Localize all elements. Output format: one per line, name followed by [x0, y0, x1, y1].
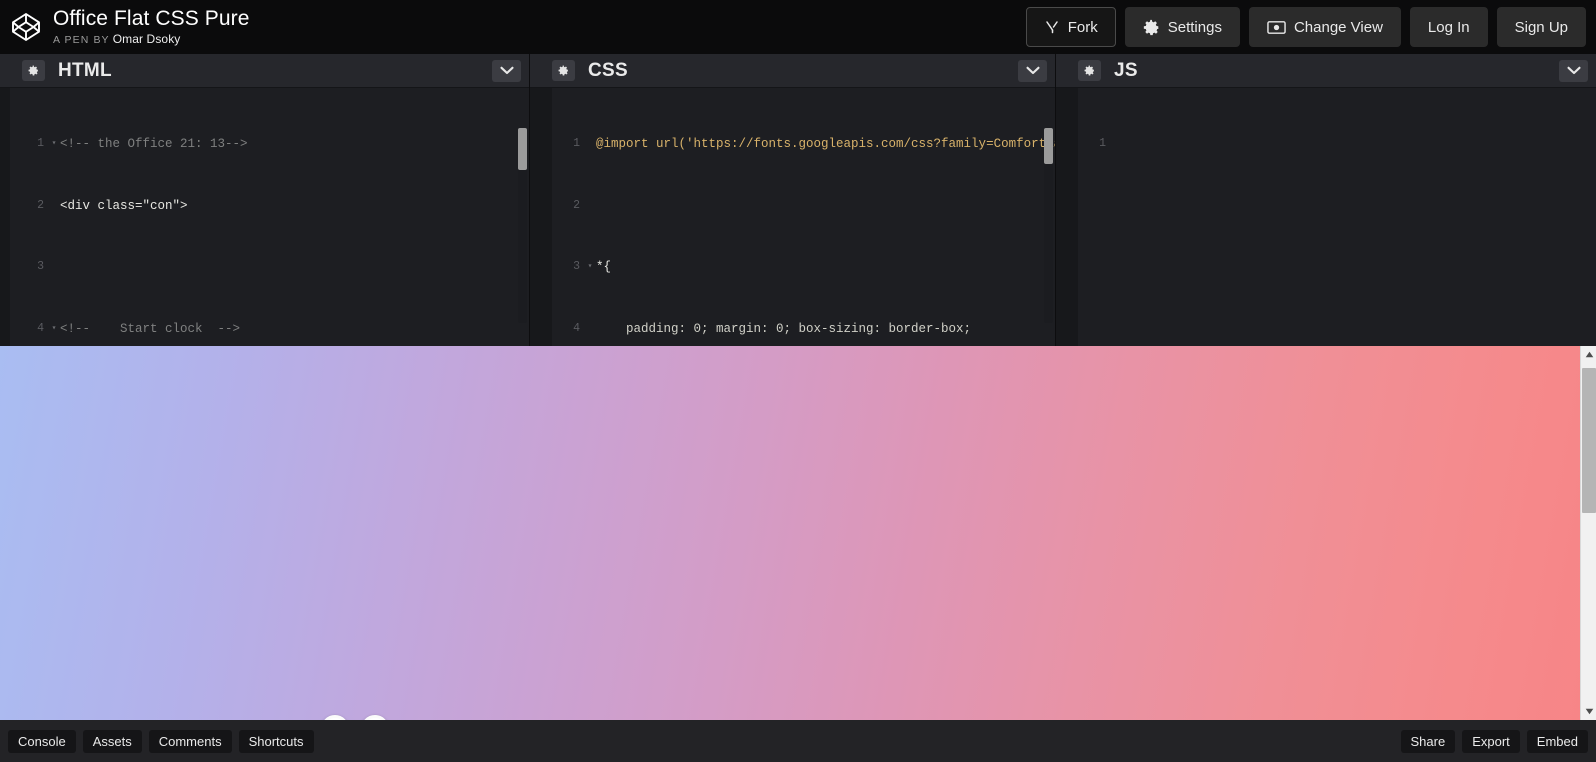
sign-up-label: Sign Up [1514, 18, 1568, 36]
change-view-button[interactable]: Change View [1248, 7, 1401, 47]
code-line: 1 ▾ <!-- the Office 21: 13--> [22, 134, 529, 155]
preview-pane: 微信号: web_qdkf [0, 346, 1596, 720]
embed-label: Embed [1536, 733, 1578, 749]
comments-label: Comments [158, 733, 222, 749]
preview-scrollbar-thumb[interactable] [1582, 368, 1596, 513]
codepen-logo-icon [9, 10, 43, 44]
pane-title-css: CSS [588, 59, 628, 81]
fork-button[interactable]: Fork [1025, 7, 1116, 47]
export-button[interactable]: Export [1462, 729, 1520, 753]
byline-prefix: A PEN BY [53, 34, 110, 46]
gutter-rail-html [0, 88, 10, 346]
app-header: Office Flat CSS Pure A PEN BY Omar Dsoky… [0, 0, 1596, 54]
line-number: 1 [573, 137, 580, 150]
byline: A PEN BY Omar Dsoky [53, 33, 250, 46]
embed-button[interactable]: Embed [1526, 729, 1588, 753]
js-settings-gear-icon[interactable] [1078, 60, 1101, 81]
line-text: <!-- Start clock --> [60, 321, 241, 336]
fold-marker[interactable]: ▾ [48, 134, 60, 155]
export-label: Export [1472, 733, 1510, 749]
pane-header-css: CSS [530, 54, 1055, 88]
console-button[interactable]: Console [8, 729, 76, 753]
change-view-label: Change View [1293, 18, 1383, 36]
code-line: 2 [558, 196, 1055, 217]
editor-panes: HTML 1 ▾ <!-- the Office 21: 13--> 2 <div c… [0, 54, 1596, 346]
code-area-js[interactable]: 1 [1056, 88, 1596, 346]
html-settings-gear-icon[interactable] [22, 60, 45, 81]
line-text: *{ [596, 260, 612, 274]
preview-scrollbar[interactable] [1580, 346, 1596, 720]
line-number: 2 [573, 198, 580, 212]
code-lines-css: 1 @import url('https://fonts.googleapis.c… [530, 93, 1055, 346]
code-line: 1 @import url('https://fonts.googleapis.c… [558, 134, 1055, 155]
author-name[interactable]: Omar Dsoky [113, 32, 181, 46]
code-line: 4 ▾ <!-- Start clock --> [22, 319, 529, 340]
css-editor-scrollbar[interactable] [1044, 128, 1053, 323]
sign-up-button[interactable]: Sign Up [1496, 7, 1586, 47]
header-actions: Fork Settings Change View Log In Sign Up [1025, 7, 1596, 47]
brand: Office Flat CSS Pure A PEN BY Omar Dsoky [0, 8, 250, 46]
footer-bar: Console Assets Comments Shortcuts Share … [0, 720, 1596, 762]
line-text: <div class="con"> [60, 198, 188, 213]
editor-pane-css: CSS 1 @import url('https://fonts.googleap… [530, 54, 1056, 346]
code-lines-html: 1 ▾ <!-- the Office 21: 13--> 2 <div class=… [0, 93, 529, 346]
code-area-html[interactable]: 1 ▾ <!-- the Office 21: 13--> 2 <div class=… [0, 88, 529, 346]
layout-icon [1267, 20, 1286, 35]
line-text: padding: 0; margin: 0; box-sizing: borde… [596, 321, 972, 336]
assets-button[interactable]: Assets [82, 729, 142, 753]
gutter-rail-css [530, 88, 552, 346]
line-number: 3 [37, 260, 44, 273]
comments-button[interactable]: Comments [148, 729, 232, 753]
code-area-css[interactable]: 1 @import url('https://fonts.googleapis.c… [530, 88, 1055, 346]
fork-label: Fork [1067, 18, 1098, 36]
scrollbar-thumb[interactable] [518, 128, 527, 170]
pane-title-html: HTML [58, 59, 112, 81]
shortcuts-label: Shortcuts [248, 733, 304, 749]
css-collapse-chevron-down-icon[interactable] [1018, 59, 1047, 82]
html-collapse-chevron-down-icon[interactable] [492, 59, 521, 82]
line-text: <!-- the Office 21: 13--> [60, 137, 248, 151]
pane-header-html: HTML [0, 54, 529, 88]
css-settings-gear-icon[interactable] [552, 60, 575, 81]
gutter-rail-js [1056, 88, 1078, 346]
scroll-up-triangle-up-icon[interactable] [1581, 346, 1596, 363]
assets-label: Assets [92, 733, 132, 749]
settings-label: Settings [1167, 18, 1222, 36]
code-lines-js: 1 [1056, 93, 1596, 346]
shortcuts-button[interactable]: Shortcuts [238, 729, 314, 753]
line-number: 2 [37, 198, 44, 212]
share-button[interactable]: Share [1400, 729, 1456, 753]
editor-pane-html: HTML 1 ▾ <!-- the Office 21: 13--> 2 <div c… [0, 54, 530, 346]
fold-marker[interactable]: ▾ [48, 319, 60, 340]
scrollbar-thumb[interactable] [1044, 128, 1053, 164]
code-line: 4 padding: 0; margin: 0; box-sizing: bor… [558, 319, 1055, 340]
fold-marker[interactable]: ▾ [584, 257, 596, 278]
js-collapse-chevron-down-icon[interactable] [1559, 59, 1588, 82]
page-title: Office Flat CSS Pure [53, 7, 250, 30]
line-number: 4 [37, 321, 44, 335]
html-editor-scrollbar[interactable] [518, 128, 527, 323]
log-in-label: Log In [1427, 18, 1470, 36]
preview-canvas[interactable]: 微信号: web_qdkf [0, 346, 1580, 720]
share-label: Share [1410, 733, 1446, 749]
code-line: 2 <div class="con"> [22, 196, 529, 217]
footer-right-actions: Share Export Embed [1394, 729, 1588, 753]
pane-header-js: JS [1056, 54, 1596, 88]
line-number: 4 [573, 321, 580, 335]
pane-title-js: JS [1114, 59, 1138, 81]
fork-icon [1044, 19, 1060, 35]
log-in-button[interactable]: Log In [1409, 7, 1488, 47]
gear-icon [1143, 19, 1160, 36]
settings-button[interactable]: Settings [1124, 7, 1240, 47]
console-label: Console [18, 733, 66, 749]
line-number: 3 [573, 260, 580, 273]
line-text: @import url('https://fonts.googleapis.co… [596, 137, 1055, 151]
code-line: 3 ▾ *{ [558, 257, 1055, 278]
line-number: 1 [37, 137, 44, 150]
scroll-down-triangle-down-icon[interactable] [1581, 703, 1596, 720]
editor-pane-js: JS 1 [1056, 54, 1596, 346]
line-number: 1 [1099, 137, 1106, 150]
code-line: 3 [22, 257, 529, 278]
code-line: 1 [1084, 134, 1596, 155]
